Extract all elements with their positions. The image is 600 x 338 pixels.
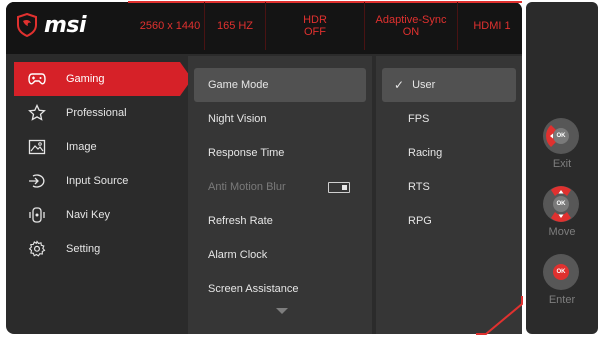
anti-motion-blur-toggle [328,182,350,193]
main-menu-label: Setting [66,243,101,255]
main-menu-label: Input Source [66,175,129,187]
main-menu-item-input-source[interactable]: Input Source [12,164,180,198]
navi-key-icon [28,206,46,224]
sub-menu-item-alarm-clock[interactable]: Alarm Clock [194,238,366,272]
navi-key-guide: OK Exit OK Move OK Enter [526,2,598,334]
star-icon [28,104,46,122]
option-menu: ✓ User FPS Racing RTS RPG [376,56,522,334]
main-menu-item-gaming[interactable]: Gaming [14,62,192,96]
main-menu-item-setting[interactable]: Setting [12,232,180,266]
option-label: Racing [408,147,443,159]
gear-icon [28,240,46,258]
main-menu-item-professional[interactable]: Professional [12,96,180,130]
sub-menu-label: Screen Assistance [208,283,299,295]
option-item-rts[interactable]: RTS [382,170,516,204]
exit-key-center: OK [553,128,569,144]
main-menu: Gaming Professional Image Input Source N… [12,62,192,266]
status-refresh-rate: 165 HZ [205,2,266,50]
sub-menu-label: Refresh Rate [208,215,273,227]
sub-menu: Game Mode Night Vision Response Time Ant… [188,56,372,334]
exit-key-icon[interactable]: OK [543,118,579,154]
gamepad-icon [28,70,46,88]
enter-key-icon[interactable]: OK [543,254,579,290]
frame-corner-accent [476,296,523,335]
exit-label: Exit [552,158,572,170]
status-hdr: HDR OFF [266,2,365,50]
sub-menu-item-screen-assistance[interactable]: Screen Assistance [194,272,366,306]
msi-logo: msi [16,10,136,40]
option-item-fps[interactable]: FPS [382,102,516,136]
logo-text: msi [44,12,87,38]
option-item-user[interactable]: ✓ User [382,68,516,102]
option-item-racing[interactable]: Racing [382,136,516,170]
main-menu-label: Gaming [66,73,105,85]
sub-menu-label: Alarm Clock [208,249,268,261]
sub-menu-item-night-vision[interactable]: Night Vision [194,102,366,136]
sub-menu-label: Anti Motion Blur [208,181,286,193]
option-label: User [412,79,436,91]
sub-menu-label: Game Mode [208,79,269,91]
option-label: FPS [408,113,430,125]
main-menu-item-navi-key[interactable]: Navi Key [12,198,180,232]
scroll-down-arrow-icon[interactable] [276,308,288,314]
sub-menu-item-refresh-rate[interactable]: Refresh Rate [194,204,366,238]
enter-key-center: OK [553,264,569,280]
sub-menu-item-anti-motion-blur: Anti Motion Blur [194,170,366,204]
input-source-icon [28,172,46,190]
sub-menu-label: Response Time [208,147,285,159]
main-menu-label: Navi Key [66,209,111,221]
sub-menu-item-game-mode[interactable]: Game Mode [194,68,366,102]
main-menu-label: Image [66,141,97,153]
checkmark-icon: ✓ [394,78,405,92]
status-adaptive-sync: Adaptive-Sync ON [365,2,458,50]
option-label: RPG [408,215,432,227]
option-label: RTS [408,181,430,193]
image-icon [28,138,46,156]
sub-menu-label: Night Vision [208,113,267,125]
msi-dragon-shield-icon [17,13,37,37]
status-resolution: 2560 x 1440 [136,2,205,50]
toggle-knob [342,185,347,190]
status-bar: 2560 x 1440 165 HZ HDR OFF Adaptive-Sync… [136,2,522,50]
status-input: HDMI 1 [473,20,511,32]
option-item-rpg[interactable]: RPG [382,204,516,238]
main-menu-label: Professional [66,107,127,119]
main-menu-item-image[interactable]: Image [12,130,180,164]
move-label: Move [548,226,576,238]
move-key-icon[interactable]: OK [543,186,579,222]
move-key-center: OK [553,196,569,212]
enter-label: Enter [548,294,576,306]
sub-menu-item-response-time[interactable]: Response Time [194,136,366,170]
